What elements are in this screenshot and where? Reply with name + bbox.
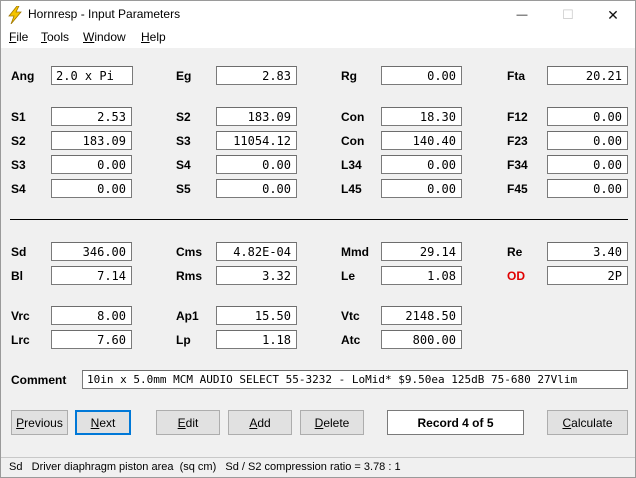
le-label: Le (341, 269, 356, 283)
re-field[interactable]: 3.40 (547, 242, 628, 261)
f12-label: F12 (507, 110, 528, 124)
menu-file[interactable]: File (9, 30, 28, 44)
ap1-label: Ap1 (176, 309, 199, 323)
status-bar: Sd Driver diaphragm piston area (sq cm) … (1, 457, 635, 477)
f34-label: F34 (507, 158, 528, 172)
rg-field[interactable]: 0.00 (381, 66, 462, 85)
bl-field[interactable]: 7.14 (51, 266, 132, 285)
vrc-label: Vrc (11, 309, 30, 323)
comment-field[interactable]: 10in x 5.0mm MCM AUDIO SELECT 55-3232 - … (82, 370, 628, 389)
s4-label: S4 (176, 158, 191, 172)
l34-field[interactable]: 0.00 (381, 155, 462, 174)
rg-label: Rg (341, 69, 357, 83)
f12-field[interactable]: 0.00 (547, 107, 628, 126)
sd-field[interactable]: 346.00 (51, 242, 132, 261)
cms-label: Cms (176, 245, 203, 259)
s5-label: S5 (176, 182, 191, 196)
l45-label: L45 (341, 182, 362, 196)
next-button[interactable]: Next (75, 410, 131, 435)
f45-label: F45 (507, 182, 528, 196)
main-window: Hornresp - Input Parameters — ☐ ✕ File T… (0, 0, 636, 478)
lp-label: Lp (176, 333, 191, 347)
menu-help[interactable]: Help (141, 30, 166, 44)
atc-label: Atc (341, 333, 361, 347)
re-label: Re (507, 245, 523, 259)
lp-field[interactable]: 1.18 (216, 330, 297, 349)
menu-window[interactable]: Window (83, 30, 126, 44)
f23-field[interactable]: 0.00 (547, 131, 628, 150)
atc-field[interactable]: 800.00 (381, 330, 462, 349)
s4-field[interactable]: 0.00 (216, 155, 297, 174)
s2-label: S2 (176, 110, 191, 124)
status-text: Sd Driver diaphragm piston area (sq cm) … (9, 461, 401, 473)
l34-label: L34 (341, 158, 362, 172)
maximize-button: ☐ (545, 1, 591, 29)
calculate-button[interactable]: Calculate (547, 410, 628, 435)
title-bar[interactable]: Hornresp - Input Parameters — ☐ ✕ (1, 1, 635, 29)
s3-label: S3 (176, 134, 191, 148)
f45-field[interactable]: 0.00 (547, 179, 628, 198)
s3-field[interactable]: 0.00 (51, 155, 132, 174)
f34-field[interactable]: 0.00 (547, 155, 628, 174)
fta-field[interactable]: 20.21 (547, 66, 628, 85)
s3-field[interactable]: 11054.12 (216, 131, 297, 150)
bl-label: Bl (11, 269, 23, 283)
vrc-field[interactable]: 8.00 (51, 306, 132, 325)
minimize-icon: — (516, 9, 528, 21)
rms-field[interactable]: 3.32 (216, 266, 297, 285)
s1-label: S1 (11, 110, 26, 124)
eg-field[interactable]: 2.83 (216, 66, 297, 85)
f23-label: F23 (507, 134, 528, 148)
ang-field[interactable]: 2.0 x Pi (51, 66, 133, 85)
eg-label: Eg (176, 69, 192, 83)
l45-field[interactable]: 0.00 (381, 179, 462, 198)
od-label: OD (507, 269, 525, 283)
con-label: Con (341, 110, 365, 124)
lightning-bolt-icon (8, 6, 22, 24)
vtc-label: Vtc (341, 309, 360, 323)
close-icon: ✕ (607, 6, 619, 23)
s2-label: S2 (11, 134, 26, 148)
delete-button[interactable]: Delete (300, 410, 364, 435)
cms-field[interactable]: 4.82E-04 (216, 242, 297, 261)
s2-field[interactable]: 183.09 (51, 131, 132, 150)
lrc-field[interactable]: 7.60 (51, 330, 132, 349)
fta-label: Fta (507, 69, 525, 83)
maximize-icon: ☐ (562, 7, 574, 22)
con-field[interactable]: 18.30 (381, 107, 462, 126)
menu-tools[interactable]: Tools (41, 30, 69, 44)
con-label: Con (341, 134, 365, 148)
con-field[interactable]: 140.40 (381, 131, 462, 150)
s3-label: S3 (11, 158, 26, 172)
comment-label: Comment (11, 373, 67, 387)
lrc-label: Lrc (11, 333, 30, 347)
ap1-field[interactable]: 15.50 (216, 306, 297, 325)
edit-button[interactable]: Edit (156, 410, 220, 435)
vtc-field[interactable]: 2148.50 (381, 306, 462, 325)
window-title: Hornresp - Input Parameters (28, 7, 181, 21)
add-button[interactable]: Add (228, 410, 292, 435)
menu-bar: File Tools Window Help (1, 29, 635, 48)
ang-label: Ang (11, 69, 35, 83)
od-field[interactable]: 2P (547, 266, 628, 285)
s2-field[interactable]: 183.09 (216, 107, 297, 126)
s1-field[interactable]: 2.53 (51, 107, 132, 126)
mmd-label: Mmd (341, 245, 369, 259)
sd-label: Sd (11, 245, 27, 259)
section-divider (10, 219, 628, 220)
rms-label: Rms (176, 269, 203, 283)
le-field[interactable]: 1.08 (381, 266, 462, 285)
previous-button[interactable]: Previous (11, 410, 68, 435)
s5-field[interactable]: 0.00 (216, 179, 297, 198)
close-button[interactable]: ✕ (590, 1, 636, 29)
mmd-field[interactable]: 29.14 (381, 242, 462, 261)
minimize-button[interactable]: — (499, 1, 545, 29)
record-indicator: Record 4 of 5 (387, 410, 524, 435)
s4-field[interactable]: 0.00 (51, 179, 132, 198)
s4-label: S4 (11, 182, 26, 196)
